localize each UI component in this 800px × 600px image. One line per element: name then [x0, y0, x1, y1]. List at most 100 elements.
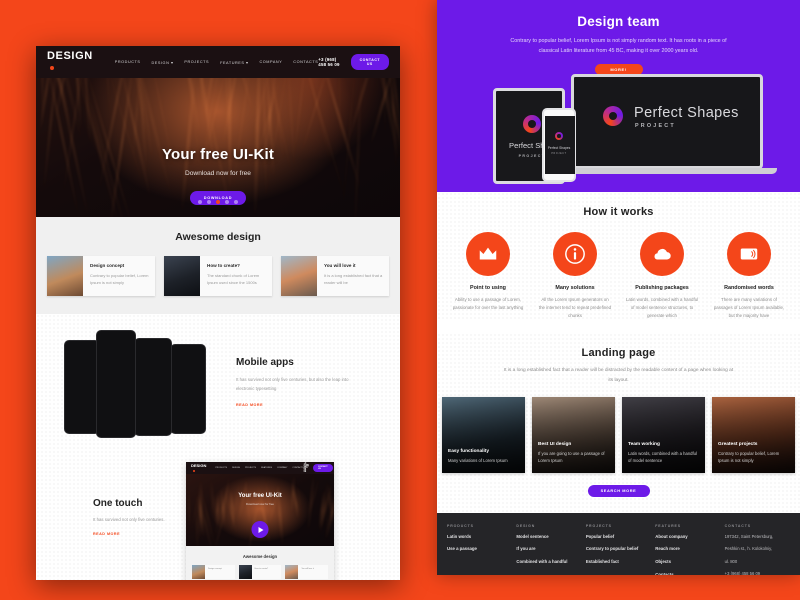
footer-column-heading: DESIGN	[516, 524, 581, 528]
awesome-heading: Awesome design	[36, 231, 400, 243]
footer-contact-line[interactable]: ul. 800	[725, 559, 790, 566]
landing-card-title: Greatest projects	[718, 442, 789, 447]
landing-card-title: Easy functionality	[448, 449, 519, 454]
awesome-design-section: Awesome design Design concept Contrary t…	[36, 217, 400, 314]
preview-logo: DESIGN	[191, 463, 206, 473]
carousel-dot-2[interactable]	[207, 200, 211, 204]
one-touch-read-more-link[interactable]: READ MORE	[93, 532, 120, 536]
how-item-text: Latin words, combined with a handful of …	[623, 296, 702, 320]
carousel-dot-1[interactable]	[198, 200, 202, 204]
landing-card-text: Many variations of Lorem Ipsum	[448, 457, 519, 465]
search-more-button[interactable]: SEARCH MORE	[588, 485, 650, 497]
nav-item-company[interactable]: COMPANY	[260, 60, 283, 65]
footer-contact-line[interactable]: 197342, Saint Petersburg,	[725, 534, 790, 541]
nav-item-features[interactable]: FEATURES ▾	[220, 60, 248, 65]
preview-phone: +3 (968) 458 56 09	[304, 463, 309, 473]
phone-brand: Perfect Shapes	[544, 146, 574, 150]
preview-card-title: Design concept	[205, 565, 222, 579]
nav-item-products[interactable]: PRODUCTS	[115, 60, 141, 65]
header-phone[interactable]: +3 (968) 458 56 09	[318, 57, 342, 67]
footer-columns: PRODUCTS Latin words Use a passage DESIGN…	[447, 524, 790, 575]
awesome-card-text: The standard chunk of Lorem Ipsum used s…	[207, 272, 266, 287]
footer-link[interactable]: Model sentence	[516, 534, 581, 541]
nav-item-contacts[interactable]: CONTACTS	[293, 60, 318, 65]
contact-us-button[interactable]: CONTACT US	[351, 54, 389, 70]
preview-nav-item-company: COMPANY	[277, 467, 287, 469]
mobile-apps-read-more-link[interactable]: READ MORE	[236, 403, 263, 407]
carousel-dots[interactable]	[36, 200, 400, 204]
design-team-title: Design team	[437, 0, 800, 29]
footer-link[interactable]: Combined with a handful	[516, 559, 581, 566]
nav-item-design[interactable]: DESIGN ▾	[152, 60, 174, 65]
hero-title: Your free UI-Kit	[36, 146, 400, 163]
laptop-brand: Perfect Shapes	[634, 105, 739, 121]
landing-card[interactable]: Easy functionality Many variations of Lo…	[442, 397, 525, 473]
footer-column-contacts: CONTACTS 197342, Saint Petersburg, Peshki…	[725, 524, 790, 575]
play-button-icon[interactable]	[252, 521, 269, 538]
how-item: Publishing packages Latin words, combine…	[623, 232, 702, 320]
nav-item-projects[interactable]: PROJECTS	[184, 60, 209, 65]
how-item-title: Publishing packages	[623, 285, 702, 291]
how-item: Point to using Ability to use a passage …	[449, 232, 528, 320]
one-touch-title: One touch	[93, 498, 186, 509]
left-site-mockup: DESIGN PRODUCTS DESIGN ▾ PROJECTS FEATURES …	[36, 46, 400, 580]
preview-header-right: +3 (968) 458 56 09 CONTACT US	[304, 463, 333, 473]
preview-card-image	[285, 565, 298, 579]
carousel-dot-5[interactable]	[234, 200, 238, 204]
awesome-card[interactable]: Design concept Contrary to popular belie…	[47, 256, 155, 296]
preview-nav-item-contacts: CONTACTS	[292, 467, 303, 469]
footer-link[interactable]: Use a passage	[447, 546, 512, 553]
landing-card[interactable]: Best UI design If you are going to use a…	[532, 397, 615, 473]
awesome-card[interactable]: You will love it It is a long establishe…	[281, 256, 389, 296]
hero-subtitle: Download now for free	[36, 170, 400, 177]
footer-column-heading: CONTACTS	[725, 524, 790, 528]
how-it-works-section: How it works Point to using Ability to u…	[437, 192, 800, 320]
footer-link[interactable]: Objects	[655, 559, 720, 566]
preview-card-title: You will love it	[298, 565, 314, 579]
one-touch-text: It has survived not only five centuries.	[93, 517, 186, 522]
footer-column-heading: FEATURES	[655, 524, 720, 528]
info-icon	[553, 232, 597, 276]
footer-contact-line[interactable]: Peshkin st., h. Kolokolniy,	[725, 546, 790, 553]
phone-mockup	[134, 338, 172, 436]
landing-card[interactable]: Greatest projects Contrary to popular be…	[712, 397, 795, 473]
how-it-works-heading: How it works	[437, 206, 800, 218]
one-touch-copy: One touch It has survived not only five …	[36, 460, 186, 540]
landing-heading: Landing page	[437, 347, 800, 359]
perfect-shapes-logo-icon	[523, 115, 541, 133]
how-item-title: Many solutions	[536, 285, 615, 291]
logo[interactable]: DESIGN	[47, 50, 93, 74]
footer-link[interactable]: If you are	[516, 546, 581, 553]
landing-card[interactable]: Team working Latin words, combined with …	[622, 397, 705, 473]
footer-link[interactable]: Established fact	[586, 559, 651, 566]
footer-link[interactable]: Popular belief	[586, 534, 651, 541]
mobile-apps-title: Mobile apps	[236, 357, 354, 368]
preview-card: How to create?	[239, 565, 282, 579]
laptop-mockup: Perfect Shapes PROJECT	[571, 74, 763, 169]
header-right: +3 (968) 458 56 09 CONTACT US	[318, 54, 389, 70]
footer-link[interactable]: Contrary to popular belief	[586, 546, 651, 553]
awesome-card-image	[281, 256, 317, 296]
perfect-shapes-logo-icon	[603, 106, 623, 126]
footer-column-heading: PRODUCTS	[447, 524, 512, 528]
mobile-apps-copy: Mobile apps It has survived not only fiv…	[232, 357, 354, 411]
landing-page-section: Landing page It is a long established fa…	[437, 333, 800, 512]
hero-content: Your free UI-Kit Download now for free D…	[36, 78, 400, 205]
design-team-hero: Design team Contrary to popular belief, …	[437, 0, 800, 192]
footer-link[interactable]: Reach more	[655, 546, 720, 553]
carousel-dot-3[interactable]	[216, 200, 220, 204]
carousel-dot-4[interactable]	[225, 200, 229, 204]
awesome-card[interactable]: How to create? The standard chunk of Lor…	[164, 256, 272, 296]
footer-link[interactable]: Contacts	[655, 572, 720, 575]
one-touch-section: One touch It has survived not only five …	[36, 448, 400, 580]
logo-text: DESIGN	[47, 50, 93, 62]
laptop-brand-sub: PROJECT	[635, 123, 676, 129]
footer-contact-line[interactable]: +3 (968) 458 56 09	[725, 571, 790, 575]
footer-link[interactable]: Latin words	[447, 534, 512, 541]
device-mockups: Perfect Shapes PROJECT Perfect Shapes PR…	[437, 74, 800, 192]
preview-section-title: Awesome design	[186, 554, 334, 559]
footer-column: PROJECTS Popular belief Contrary to popul…	[586, 524, 651, 575]
footer-link[interactable]: About company	[655, 534, 720, 541]
laptop-base	[557, 168, 777, 174]
how-item: Many solutions All the Lorem Ipsum gener…	[536, 232, 615, 320]
